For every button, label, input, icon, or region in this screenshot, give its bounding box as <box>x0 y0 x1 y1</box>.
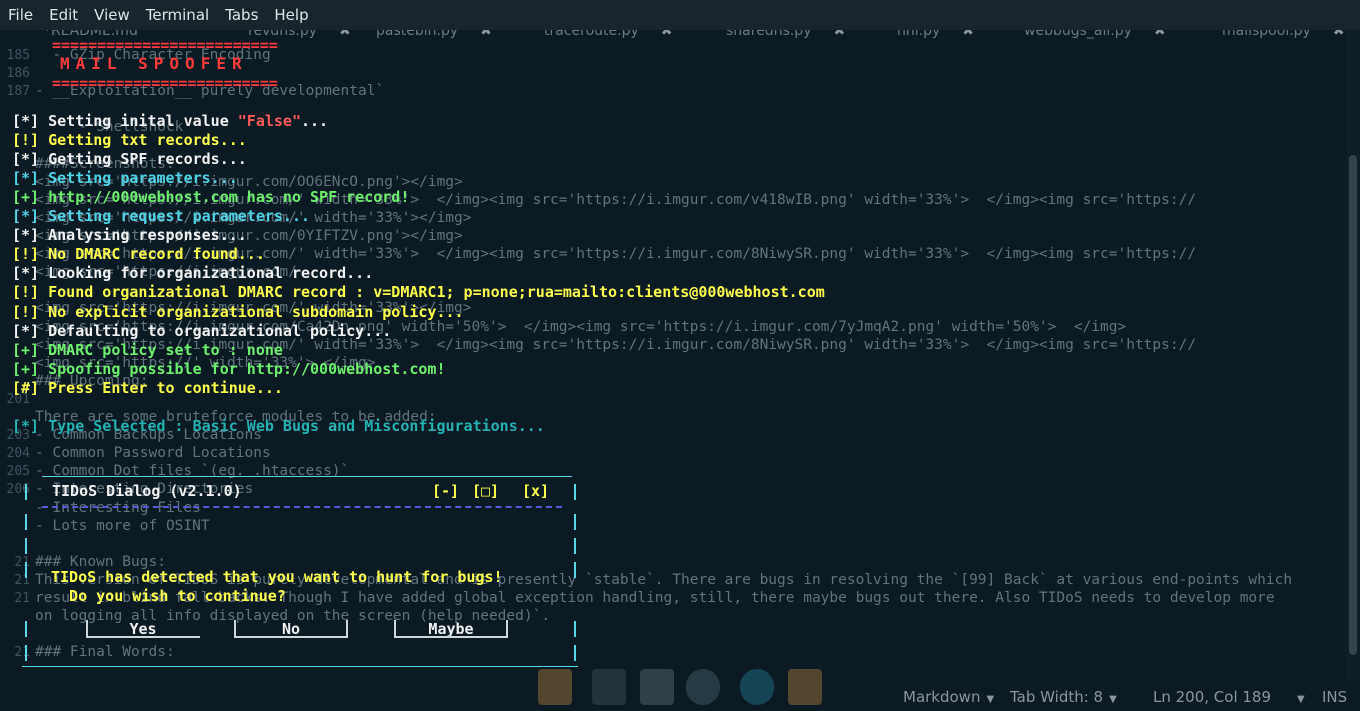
status-prefix: [*] <box>12 207 40 226</box>
minimize-button[interactable]: [-] <box>432 482 459 500</box>
terminal-line: [!] Found organizational DMARC record : … <box>12 283 825 301</box>
terminal-line: [*] Defaulting to organizational policy.… <box>12 322 391 340</box>
terminal-message: Setting inital value <box>39 112 238 130</box>
dialog-question: Do you wish to continue? <box>51 587 286 605</box>
dialog-left-border <box>25 562 27 578</box>
button-underline <box>394 636 508 638</box>
maximize-button[interactable]: [□] <box>472 482 499 500</box>
menu-help[interactable]: Help <box>266 0 316 30</box>
button-underline <box>234 636 348 638</box>
no-button[interactable]: No <box>234 614 348 650</box>
banner-rule-bottom: ========================= <box>52 74 278 92</box>
terminal-message: Getting SPF records... <box>39 150 247 169</box>
highlighted-value: "False" <box>237 112 301 130</box>
dialog-left-border <box>25 514 27 530</box>
terminal-line: [*] Getting SPF records... <box>12 150 247 168</box>
terminal-line: [!] Getting txt records... <box>12 131 247 149</box>
status-prefix: [*] <box>12 264 40 283</box>
status-prefix: [*] <box>12 226 40 245</box>
status-prefix: [*] <box>12 112 40 130</box>
dialog-separator <box>42 506 562 508</box>
terminal-line: [*] Looking for organizational record... <box>12 264 373 282</box>
yes-button[interactable]: Yes <box>86 614 200 650</box>
status-prefix: [+] <box>12 359 40 378</box>
dialog-right-border <box>574 538 576 554</box>
button-edge <box>346 620 348 636</box>
terminal-message-tail: ... <box>301 112 329 130</box>
dialog-left-border <box>25 645 27 661</box>
terminal-line: [#] Press Enter to continue... <box>12 379 283 397</box>
status-prefix: [!] <box>12 302 40 321</box>
terminal-message: DMARC policy set to : none <box>39 340 283 359</box>
terminal-message: Press Enter to continue... <box>39 378 283 397</box>
terminal-message: Analysing responses... <box>39 226 247 245</box>
terminal-message: Found organizational DMARC record : v=DM… <box>39 283 825 302</box>
menu-view[interactable]: View <box>86 0 138 30</box>
dialog-right-border <box>574 514 576 530</box>
dialog-right-border <box>574 621 576 637</box>
terminal-message: Spoofing possible for http://000webhost.… <box>39 359 446 378</box>
terminal-message: http://000webhost.com has no SPF record! <box>39 188 410 207</box>
dialog-title: TIDoS Dialog (v2.1.0) <box>52 482 242 500</box>
dialog-right-border <box>574 562 576 578</box>
tidos-dialog: TIDoS Dialog (v2.1.0) [-] [□] [x] TIDoS … <box>22 476 582 681</box>
dialog-right-border <box>574 484 576 500</box>
dialog-message: TIDoS has detected that you want to hunt… <box>51 568 503 586</box>
status-prefix: [+] <box>12 188 40 207</box>
terminal-line: [+] DMARC policy set to : none <box>12 341 283 359</box>
terminal-message: Defaulting to organizational policy... <box>39 321 392 340</box>
menu-file[interactable]: File <box>0 0 41 30</box>
maybe-button[interactable]: Maybe <box>394 614 508 650</box>
banner-rule-top: ========================= <box>52 36 278 54</box>
dialog-bottom-border <box>22 666 578 667</box>
terminal-message: Setting parameters... <box>39 169 238 188</box>
status-prefix: [#] <box>12 378 40 397</box>
terminal-line: [*] Setting parameters... <box>12 169 238 187</box>
status-prefix: [*] <box>12 321 40 340</box>
terminal-line: [*] Setting request parameters... <box>12 207 310 225</box>
terminal-message: Setting request parameters... <box>39 207 311 226</box>
terminal-line: [+] Spoofing possible for http://000webh… <box>12 360 445 378</box>
menu-edit[interactable]: Edit <box>41 0 86 30</box>
terminal-message: Getting txt records... <box>39 131 247 150</box>
menu-terminal[interactable]: Terminal <box>138 0 217 30</box>
terminal-line: [*] Type Selected : Basic Web Bugs and M… <box>12 417 545 435</box>
close-button[interactable]: [x] <box>522 482 549 500</box>
dialog-right-border <box>574 645 576 661</box>
menu-tabs[interactable]: Tabs <box>217 0 266 30</box>
status-prefix: [!] <box>12 283 40 302</box>
status-prefix: [*] <box>12 150 40 169</box>
status-prefix: [!] <box>12 131 40 150</box>
button-edge <box>506 620 508 636</box>
terminal-line: [!] No DMARC record found... <box>12 245 265 263</box>
terminal-message: Looking for organizational record... <box>39 264 374 283</box>
menu-bar: File Edit View Terminal Tabs Help <box>0 0 1360 30</box>
dialog-left-border <box>25 484 27 500</box>
banner-title: MAIL SPOOFER <box>60 54 248 73</box>
dialog-left-border <box>25 621 27 637</box>
terminal-line: [+] http://000webhost.com has no SPF rec… <box>12 188 409 206</box>
dialog-top-border <box>42 476 572 477</box>
status-prefix: [*] <box>12 416 40 435</box>
terminal-message: Type Selected : Basic Web Bugs and Misco… <box>39 416 545 435</box>
dialog-left-border <box>25 538 27 554</box>
terminal-line: [!] No explicit organizational subdomain… <box>12 303 464 321</box>
terminal-message: No DMARC record found... <box>39 245 265 264</box>
status-prefix: [*] <box>12 169 40 188</box>
status-prefix: [!] <box>12 245 40 264</box>
status-prefix: [+] <box>12 340 40 359</box>
terminal-line: [*] Setting inital value "False"... <box>12 112 328 130</box>
terminal-message: No explicit organizational subdomain pol… <box>39 302 464 321</box>
button-underline <box>86 636 200 638</box>
terminal-line: [*] Analysing responses... <box>12 226 247 244</box>
